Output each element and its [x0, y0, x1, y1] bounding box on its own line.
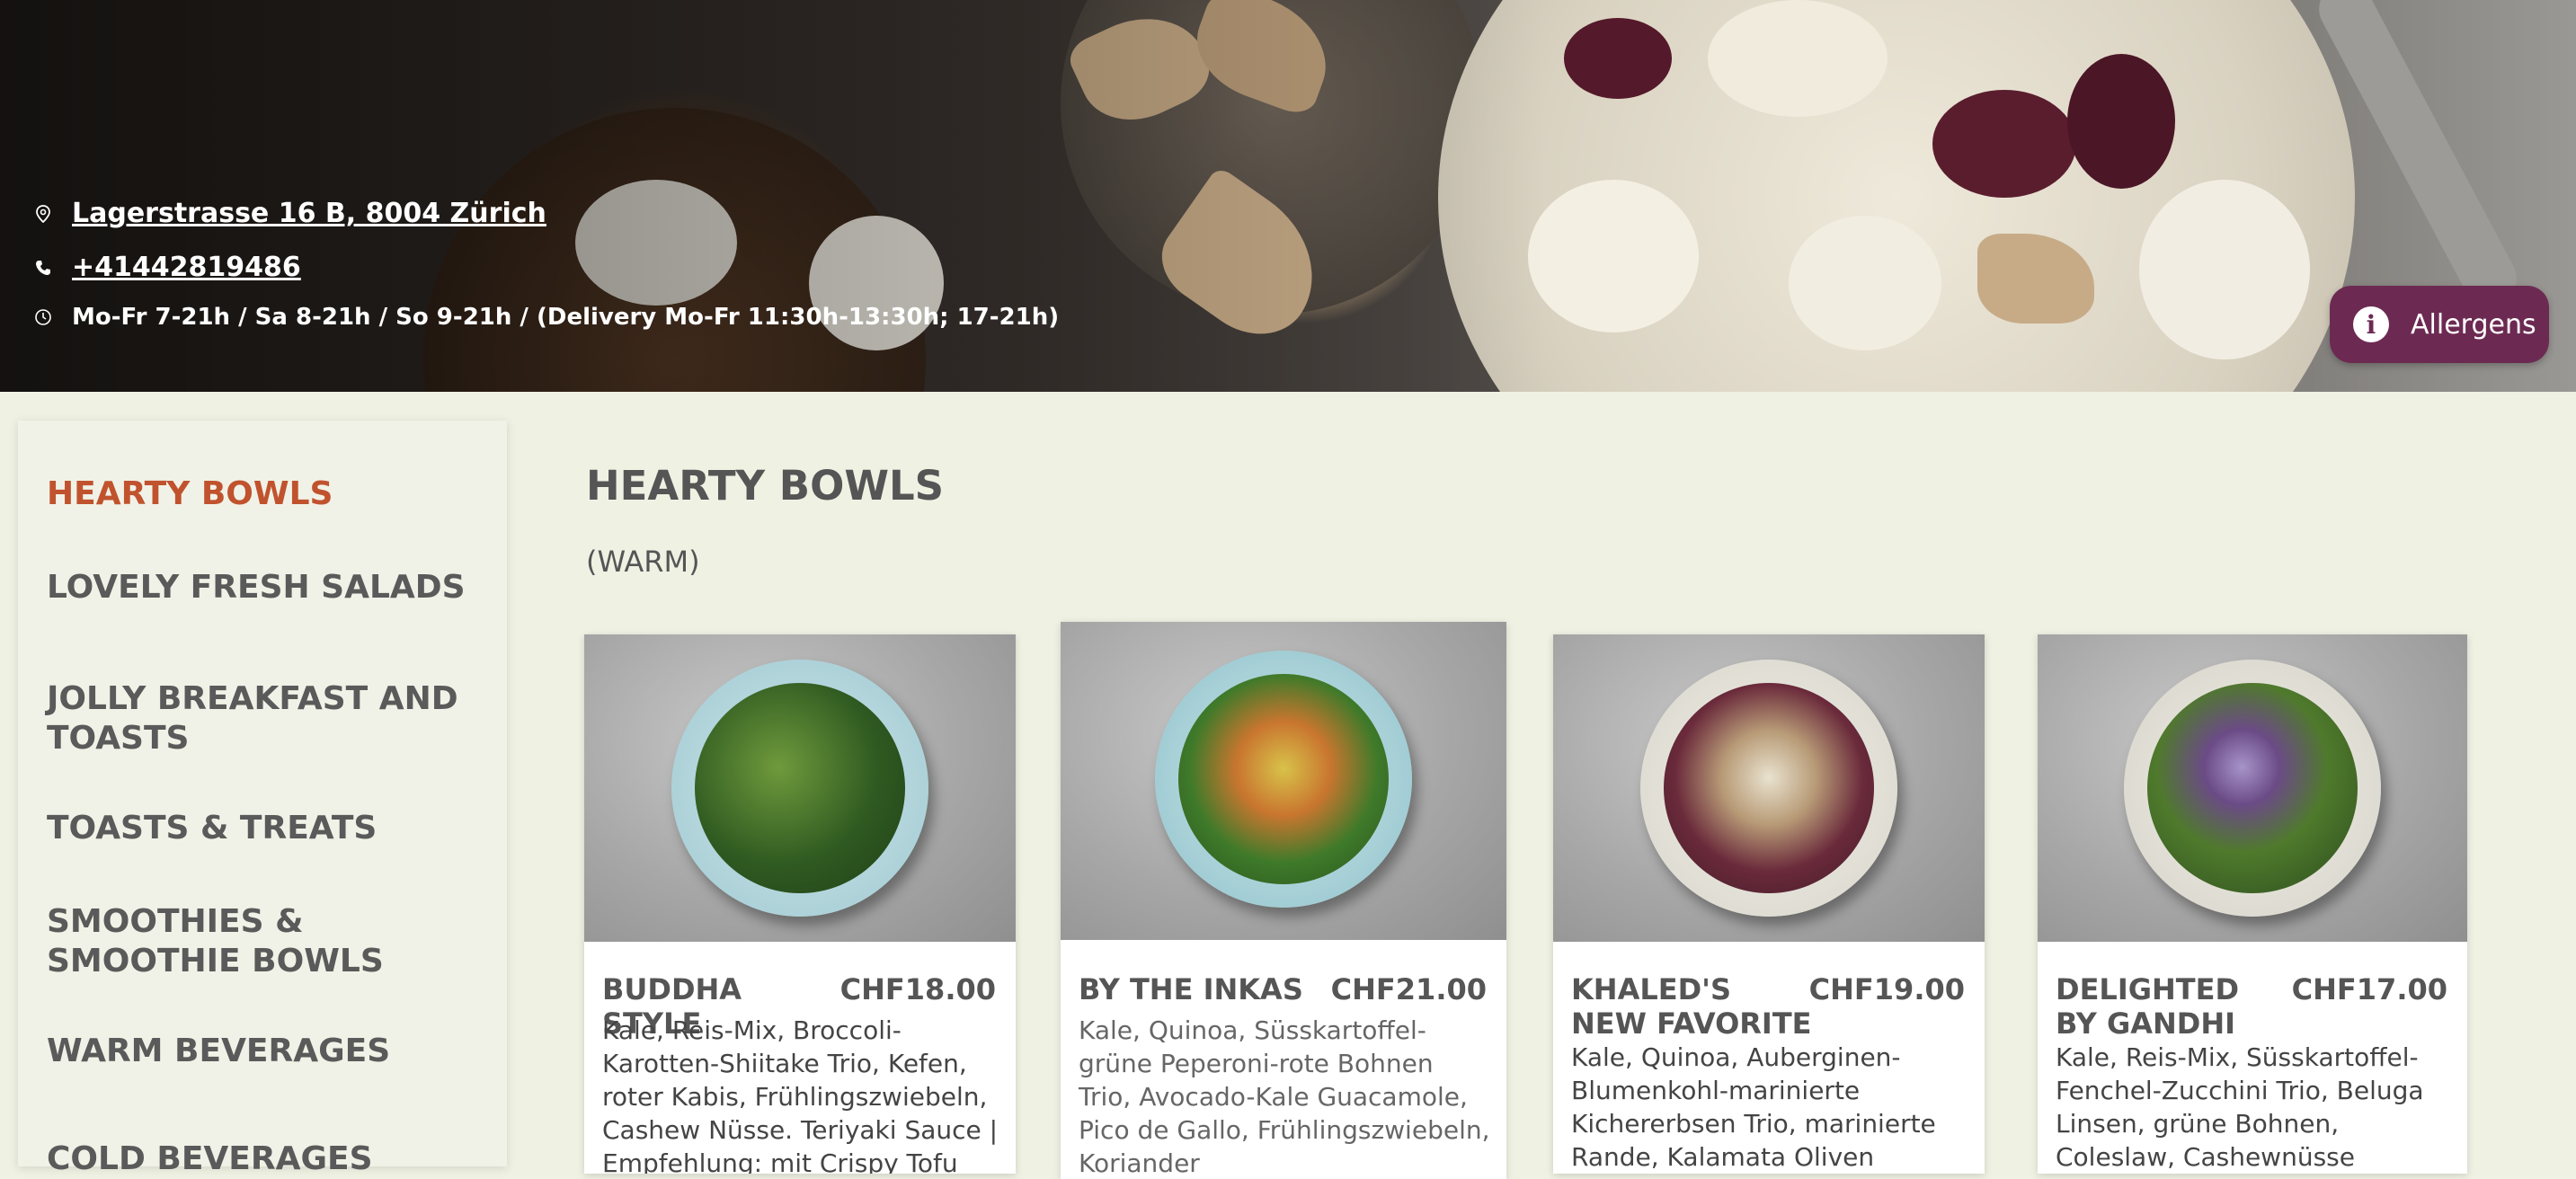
sidebar-item-lovely-fresh-salads[interactable]: LOVELY FRESH SALADS: [47, 568, 478, 607]
sidebar-item-warm-beverages[interactable]: WARM BEVERAGES: [47, 1032, 478, 1071]
product-description: Kale, Reis-Mix, Broccoli-Karotten-Shiita…: [602, 1015, 999, 1174]
address-link[interactable]: Lagerstrasse 16 B, 8004 Zürich: [72, 198, 546, 229]
allergens-button[interactable]: i Allergens: [2330, 286, 2549, 363]
product-description: Kale, Quinoa, Süsskartoffel-grüne Pepero…: [1079, 1015, 1490, 1178]
location-pin-icon: [36, 204, 50, 223]
sidebar-item-hearty-bowls[interactable]: HEARTY BOWLS: [47, 474, 478, 514]
product-description: Kale, Quinoa, Auberginen-Blumenkohl-mari…: [1571, 1042, 1936, 1172]
clock-icon: [35, 309, 51, 325]
hero-shade: [0, 0, 2576, 392]
product-price: CHF19.00: [1808, 972, 1965, 1006]
info-icon: i: [2353, 306, 2389, 342]
product-card-buddha-style[interactable]: BUDDHA STYLE CHF18.00 Kale, Reis-Mix, Br…: [584, 634, 1016, 1174]
phone-link[interactable]: +41442819486: [72, 252, 301, 283]
product-photo: [2038, 634, 2467, 942]
product-card-delighted-by-gandhi[interactable]: DELIGHTED BY GANDHI CHF17.00 Kale, Reis-…: [2038, 634, 2467, 1174]
product-card-khaleds-new-favorite[interactable]: KHALED'S NEW FAVORITE CHF19.00 Kale, Qui…: [1553, 634, 1985, 1174]
opening-hours-text: Mo-Fr 7-21h / Sa 8-21h / So 9-21h / (Del…: [72, 304, 1060, 331]
allergens-button-label: Allergens: [2411, 308, 2536, 341]
product-photo: [1061, 622, 1506, 940]
hours-line: Mo-Fr 7-21h / Sa 8-21h / So 9-21h / (Del…: [34, 304, 1059, 331]
sidebar-item-jolly-breakfast-and-toasts[interactable]: JOLLY BREAKFAST AND TOASTS: [47, 679, 478, 758]
bowl-image: [1640, 660, 1897, 917]
product-name: KHALED'S NEW FAVORITE: [1571, 972, 1812, 1041]
product-description: Kale, Reis-Mix, Süsskartoffel-Fenchel-Zu…: [2056, 1042, 2424, 1172]
bowl-image: [2124, 660, 2381, 917]
category-sidebar: HEARTY BOWLS LOVELY FRESH SALADS JOLLY B…: [18, 421, 507, 1177]
product-price: CHF21.00: [1330, 972, 1487, 1006]
bowl-image: [671, 660, 928, 917]
section-title: HEARTY BOWLS: [586, 462, 945, 510]
product-price: CHF18.00: [839, 972, 996, 1006]
bowl-food: [695, 683, 905, 893]
bowl-food: [1178, 674, 1389, 884]
sidebar-item-toasts-treats[interactable]: TOASTS & TREATS: [47, 809, 478, 848]
hero-banner: Lagerstrasse 16 B, 8004 Zürich +41442819…: [0, 0, 2576, 392]
product-photo: [1553, 634, 1985, 942]
product-price: CHF17.00: [2291, 972, 2447, 1006]
phone-icon: [36, 260, 50, 275]
product-card-by-the-inkas[interactable]: BY THE INKAS CHF21.00 Kale, Quinoa, Süss…: [1061, 622, 1506, 1179]
sidebar-item-cold-beverages[interactable]: COLD BEVERAGES: [47, 1139, 478, 1179]
product-photo: [584, 634, 1016, 942]
sidebar-item-smoothies[interactable]: SMOOTHIES & SMOOTHIE BOWLS: [47, 902, 478, 981]
product-name: DELIGHTED BY GANDHI: [2056, 972, 2240, 1041]
bowl-food: [2147, 683, 2358, 893]
phone-line: +41442819486: [34, 252, 301, 283]
bowl-food: [1664, 683, 1874, 893]
product-name: BY THE INKAS: [1079, 972, 1303, 1006]
address-line: Lagerstrasse 16 B, 8004 Zürich: [34, 198, 546, 229]
bowl-image: [1155, 651, 1412, 908]
section-subtitle: (WARM): [586, 545, 700, 579]
